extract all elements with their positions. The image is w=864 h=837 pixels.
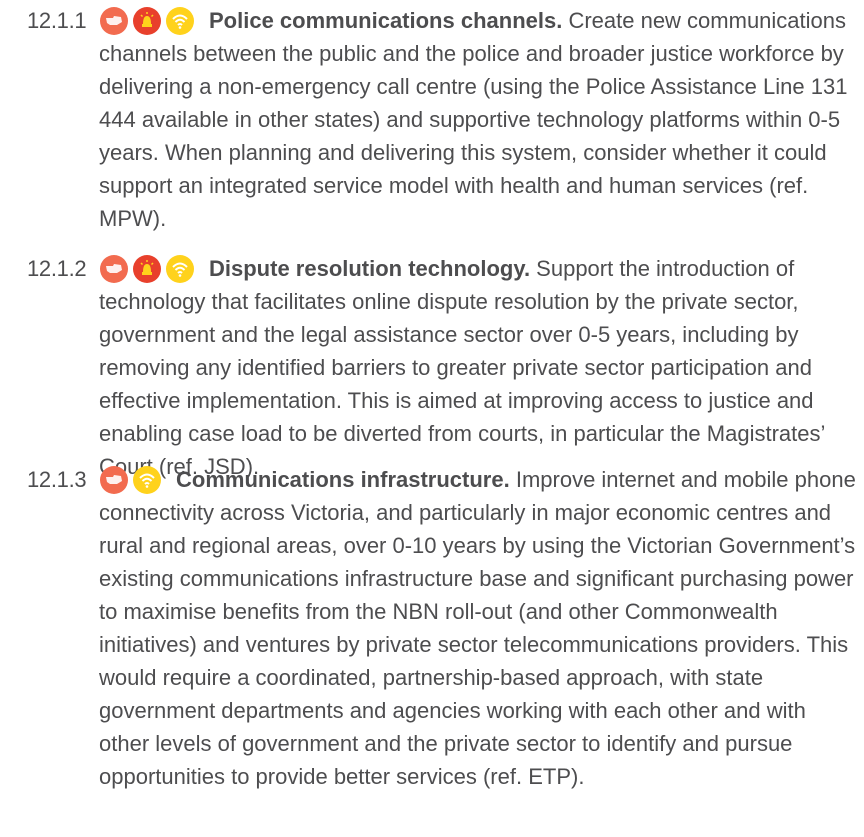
recommendation-number: 12.1.3 bbox=[27, 467, 87, 492]
recommendation-body: Communications infrastructure. Improve i… bbox=[99, 463, 857, 793]
recommendation-body: Dispute resolution technology. Support t… bbox=[99, 252, 857, 483]
red-siren-icon bbox=[133, 7, 161, 35]
recommendation-title: Communications infrastructure. bbox=[176, 467, 510, 492]
yellow-wifi-icon bbox=[166, 7, 194, 35]
orange-bodypart-icon bbox=[100, 466, 128, 494]
recommendation-number: 12.1.2 bbox=[27, 256, 87, 281]
recommendation-title: Dispute resolution technology. bbox=[209, 256, 531, 281]
recommendation-text: Support the introduction of technology t… bbox=[99, 256, 825, 479]
recommendation-icons bbox=[100, 255, 194, 283]
yellow-wifi-icon bbox=[166, 255, 194, 283]
yellow-wifi-icon bbox=[133, 466, 161, 494]
recommendation-body: Police communications channels. Create n… bbox=[99, 4, 857, 235]
recommendation-item: 12.1.3 Communications infrastructure. Im… bbox=[27, 463, 857, 793]
recommendation-item: 12.1.2 Dispute resolution technology. Su… bbox=[27, 252, 857, 483]
orange-bodypart-icon bbox=[100, 255, 128, 283]
orange-bodypart-icon bbox=[100, 7, 128, 35]
recommendation-icons bbox=[100, 466, 161, 494]
recommendation-number: 12.1.1 bbox=[27, 8, 87, 33]
recommendation-title: Police communications channels. bbox=[209, 8, 563, 33]
recommendation-item: 12.1.1 Police communications channels. C… bbox=[27, 4, 857, 235]
recommendation-text: Improve internet and mobile phone connec… bbox=[99, 467, 856, 789]
recommendation-text: Create new communications channels betwe… bbox=[99, 8, 848, 231]
recommendation-icons bbox=[100, 7, 194, 35]
red-siren-icon bbox=[133, 255, 161, 283]
